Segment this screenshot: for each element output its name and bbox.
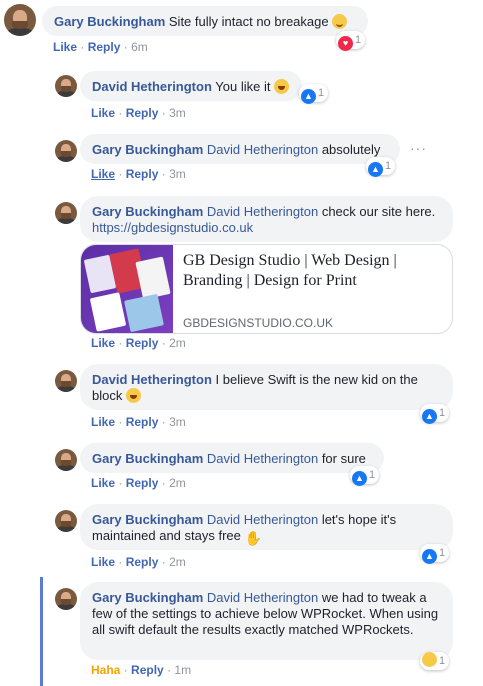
- comment-text: check our site here.: [321, 204, 436, 219]
- comment-author[interactable]: Gary Buckingham: [92, 590, 203, 605]
- timestamp[interactable]: 2m: [169, 336, 186, 350]
- thumbs-up-icon: ▲: [352, 471, 367, 486]
- like-link[interactable]: Like: [91, 106, 115, 120]
- comment-text: absolutely: [321, 142, 381, 157]
- love-icon: ♥: [338, 36, 353, 51]
- mention-link[interactable]: David Hetherington: [207, 590, 318, 605]
- preview-title: GB Design Studio | Web Design | Branding…: [183, 252, 397, 289]
- comment-meta: Like · Reply · 2m: [91, 476, 186, 490]
- smile-emoji-icon: [332, 14, 348, 29]
- comment-meta: Like · Reply · 2m: [91, 336, 186, 350]
- reaction-summary[interactable]: ♥ 1: [336, 31, 366, 51]
- mention-link[interactable]: David Hetherington: [207, 142, 318, 157]
- raised-hands-icon: ✋: [244, 530, 262, 546]
- reply-link[interactable]: Reply: [131, 663, 164, 677]
- comment-author[interactable]: David Hetherington: [92, 79, 212, 94]
- haha-reaction-link[interactable]: Haha: [91, 663, 120, 677]
- comment-text: You like it: [215, 79, 271, 94]
- url-link[interactable]: https://gbdesignstudio.co.uk: [92, 220, 253, 235]
- avatar[interactable]: [55, 588, 77, 610]
- comment-bubble: David Hetherington I believe Swift is th…: [80, 364, 453, 410]
- timestamp[interactable]: 3m: [169, 106, 186, 120]
- mention-link[interactable]: David Hetherington: [207, 451, 318, 466]
- thumbs-up-icon: ▲: [368, 162, 383, 177]
- avatar[interactable]: [55, 449, 77, 471]
- like-link[interactable]: Like: [91, 336, 115, 350]
- comment-meta: Like · Reply · 3m: [91, 106, 186, 120]
- comment-author[interactable]: Gary Buckingham: [92, 451, 203, 466]
- comment-bubble: Gary Buckingham David Hetherington let's…: [80, 504, 453, 550]
- comment-text: for sure: [321, 451, 366, 466]
- reply-link[interactable]: Reply: [126, 476, 159, 490]
- avatar[interactable]: [55, 510, 77, 532]
- comment-bubble: Gary Buckingham David Hetherington for s…: [80, 443, 384, 473]
- avatar[interactable]: [55, 140, 77, 162]
- haha-icon: [422, 652, 437, 667]
- thumbs-up-icon: ▲: [422, 409, 437, 424]
- timestamp[interactable]: 3m: [169, 167, 186, 181]
- avatar[interactable]: [55, 370, 77, 392]
- mention-link[interactable]: David Hetherington: [207, 204, 318, 219]
- comment-bubble: Gary Buckingham David Hetherington we ha…: [80, 582, 453, 660]
- laughing-emoji-icon: [125, 388, 141, 403]
- like-link[interactable]: Like: [53, 40, 77, 54]
- mention-link[interactable]: David Hetherington: [207, 512, 318, 527]
- laughing-emoji-icon: [274, 79, 290, 94]
- reply-link[interactable]: Reply: [126, 106, 159, 120]
- preview-domain: GBDESIGNSTUDIO.CO.UK: [183, 316, 334, 330]
- avatar[interactable]: [55, 75, 77, 97]
- comment-meta: Like · Reply · 6m: [53, 40, 148, 54]
- like-link[interactable]: Like: [91, 555, 115, 569]
- comment-bubble: David Hetherington You like it: [80, 71, 302, 101]
- like-link[interactable]: Like: [91, 415, 115, 429]
- timestamp[interactable]: 2m: [169, 476, 186, 490]
- reply-link[interactable]: Reply: [126, 555, 159, 569]
- comment-meta: Like · Reply · 3m: [91, 167, 186, 181]
- comment-meta: Like · Reply · 2m: [91, 555, 186, 569]
- more-options-icon[interactable]: ···: [410, 140, 427, 156]
- like-link[interactable]: Like: [91, 167, 115, 181]
- avatar[interactable]: [55, 202, 77, 224]
- reaction-summary[interactable]: ▲ 1: [350, 466, 380, 486]
- thumbs-up-icon: ▲: [301, 89, 316, 104]
- comment-author[interactable]: Gary Buckingham: [92, 142, 203, 157]
- timestamp[interactable]: 6m: [131, 40, 148, 54]
- highlighted-thread-bar: [40, 577, 43, 686]
- reaction-summary[interactable]: ▲ 1: [299, 84, 329, 104]
- comment-bubble: Gary Buckingham David Hetherington check…: [80, 196, 453, 242]
- comment-author[interactable]: Gary Buckingham: [92, 512, 203, 527]
- reaction-summary[interactable]: ▲ 1: [420, 544, 450, 564]
- comment-bubble: Gary Buckingham David Hetherington absol…: [80, 134, 400, 164]
- reply-link[interactable]: Reply: [88, 40, 121, 54]
- reaction-summary[interactable]: ▲ 1: [420, 404, 450, 424]
- reply-link[interactable]: Reply: [126, 167, 159, 181]
- reply-link[interactable]: Reply: [126, 415, 159, 429]
- comment-author[interactable]: Gary Buckingham: [54, 14, 165, 29]
- comment-bubble: Gary Buckingham Site fully intact no bre…: [42, 6, 368, 36]
- preview-thumbnail: [81, 245, 173, 333]
- reaction-summary[interactable]: 1: [420, 652, 450, 670]
- like-link[interactable]: Like: [91, 476, 115, 490]
- comment-author[interactable]: David Hetherington: [92, 372, 212, 387]
- timestamp[interactable]: 3m: [169, 415, 186, 429]
- comment-author[interactable]: Gary Buckingham: [92, 204, 203, 219]
- avatar[interactable]: [4, 4, 36, 36]
- comment-meta: Like · Reply · 3m: [91, 415, 186, 429]
- thumbs-up-icon: ▲: [422, 549, 437, 564]
- reaction-summary[interactable]: ▲ 1: [366, 157, 396, 177]
- timestamp[interactable]: 2m: [169, 555, 186, 569]
- comment-text: Site fully intact no breakage: [168, 14, 329, 29]
- timestamp[interactable]: 1m: [174, 663, 191, 677]
- reply-link[interactable]: Reply: [126, 336, 159, 350]
- link-preview-card[interactable]: GB Design Studio | Web Design | Branding…: [80, 244, 453, 334]
- comment-meta: Haha · Reply · 1m: [91, 663, 192, 677]
